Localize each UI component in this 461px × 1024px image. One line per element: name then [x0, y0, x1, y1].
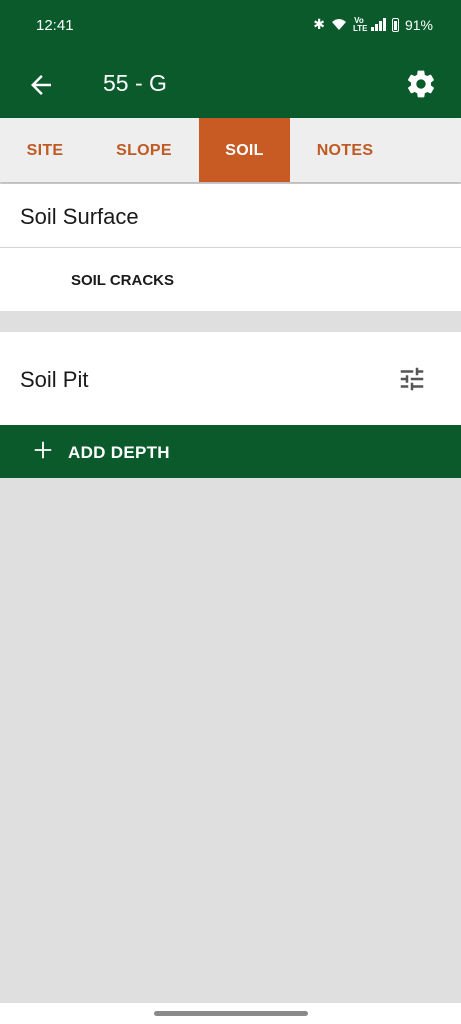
soil-cracks-button[interactable]: SOIL CRACKS: [50, 261, 195, 301]
bluetooth-icon: ✱: [313, 16, 325, 32]
tab-slope[interactable]: SLOPE: [100, 118, 188, 182]
battery-icon: [391, 17, 399, 32]
signal-icon: [370, 18, 386, 31]
battery-percent: 91%: [404, 16, 433, 33]
tab-soil[interactable]: SOIL: [199, 118, 290, 182]
gear-icon[interactable]: [405, 68, 437, 100]
status-icons: ✱ Vo LTE 91%: [313, 16, 433, 33]
app-bar: 55 - G: [0, 52, 461, 118]
soil-pit-title: Soil Pit: [20, 367, 89, 392]
tune-icon[interactable]: [397, 364, 427, 394]
tab-notes[interactable]: NOTES: [300, 118, 390, 182]
divider: [0, 247, 461, 248]
home-indicator[interactable]: [154, 1011, 308, 1016]
tab-site[interactable]: SITE: [0, 118, 90, 182]
add-depth-button[interactable]: ADD DEPTH: [0, 425, 461, 478]
wifi-icon: [331, 18, 346, 30]
soil-surface-card: Soil Surface SOIL CRACKS: [0, 184, 461, 311]
add-depth-label: ADD DEPTH: [68, 443, 170, 462]
navigation-bar: [0, 1003, 461, 1024]
volte-icon: Vo LTE: [352, 15, 368, 33]
soil-surface-title: Soil Surface: [20, 204, 139, 229]
status-time: 12:41: [36, 17, 74, 34]
tab-bar: SITE SLOPE SOIL NOTES: [0, 118, 461, 182]
soil-pit-card: Soil Pit: [0, 332, 461, 425]
back-arrow-icon[interactable]: [26, 70, 56, 100]
status-bar: 12:41 ✱ Vo LTE 91%: [0, 0, 461, 52]
page-title: 55 - G: [103, 70, 167, 96]
plus-icon: [34, 441, 52, 459]
